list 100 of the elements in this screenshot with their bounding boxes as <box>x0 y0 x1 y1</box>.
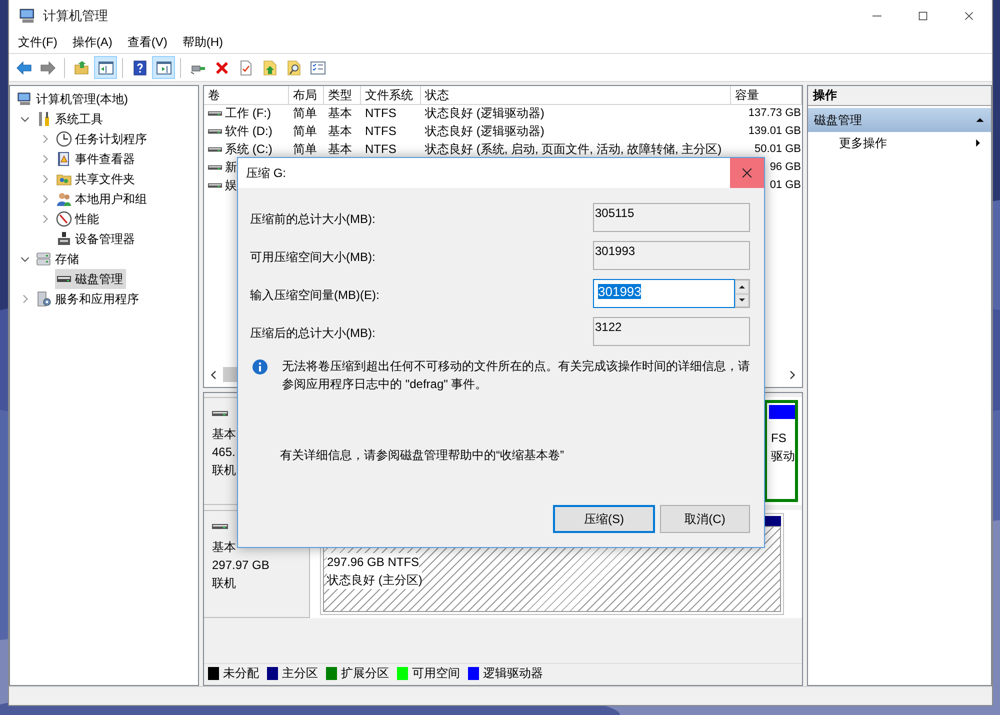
drive-icon <box>212 409 228 418</box>
disk-info-text: 基本 <box>212 539 236 556</box>
partition-text: 297.96 GB NTFS <box>327 553 420 571</box>
drive-icon <box>212 522 228 531</box>
tree-label: 共享文件夹 <box>75 170 135 188</box>
properties-icon <box>238 60 254 76</box>
folder-icon <box>74 60 90 76</box>
spin-down-button[interactable] <box>735 294 749 307</box>
device-icon <box>56 231 72 247</box>
partition-text: FS <box>771 430 788 447</box>
number-field[interactable]: 301993 <box>593 279 735 308</box>
close-button[interactable] <box>730 158 764 188</box>
delete-icon <box>214 60 230 76</box>
down-arrow-icon <box>738 296 746 304</box>
tree-label: 计算机管理(本地) <box>36 90 128 108</box>
disk-info-text: 465. <box>212 444 236 461</box>
folder-arrow-icon <box>262 60 278 76</box>
tree-label: 存储 <box>55 250 79 268</box>
computer-icon <box>17 91 33 107</box>
tree-item[interactable]: 磁盘管理 <box>55 269 126 289</box>
tree-item[interactable]: 共享文件夹 <box>55 169 138 189</box>
close-icon <box>740 166 754 180</box>
column-header[interactable]: 卷 <box>204 86 289 105</box>
menu-item[interactable]: 操作(A) <box>65 34 120 51</box>
legend-label: 主分区 <box>282 665 318 682</box>
column-header[interactable]: 布局 <box>289 86 324 105</box>
table-cell: 137.73 GB <box>748 107 801 119</box>
table-cell: 简单 <box>293 104 317 122</box>
disk-info-text: 297.97 GB <box>212 557 270 574</box>
tree-item[interactable]: 计算机管理(本地) <box>16 89 131 109</box>
table-cell: 基本 <box>328 140 352 158</box>
menu-item[interactable]: 查看(V) <box>120 34 176 51</box>
section-header[interactable]: 磁盘管理 <box>808 108 991 132</box>
table-cell: 基本 <box>328 122 352 140</box>
partition-block[interactable]: FS 驱动 <box>764 400 798 502</box>
table-cell: 软件 (D:) <box>225 122 272 140</box>
event-log-icon <box>56 151 72 167</box>
table-cell: 简单 <box>293 122 317 140</box>
tree-label: 事件查看器 <box>75 150 135 168</box>
tools-icon <box>36 111 52 127</box>
storage-icon <box>36 251 52 267</box>
users-icon <box>56 191 72 207</box>
info-message: 无法将卷压缩到超出任何不可移动的文件所在的点。有关完成该操作时间的详细信息，请参阅应用程序日志中的 "defrag" 事件。 <box>282 358 750 393</box>
tree-label: 系统工具 <box>55 110 103 128</box>
legend-label: 扩展分区 <box>341 665 389 682</box>
disk-info-text: 基本 <box>212 426 236 443</box>
forward-icon <box>40 60 56 76</box>
menu-item[interactable]: 帮助(H) <box>175 34 231 51</box>
cancel-button[interactable]: 取消(C) <box>660 505 750 533</box>
action-item[interactable]: 更多操作 <box>808 132 991 154</box>
field-label: 压缩后的总计大小(MB): <box>250 325 376 342</box>
table-cell: 01 GB <box>770 179 801 191</box>
back-icon <box>16 60 32 76</box>
legend-label: 可用空间 <box>412 665 460 682</box>
spin-up-button[interactable] <box>735 280 749 294</box>
legend-label: 逻辑驱动器 <box>483 665 543 682</box>
tree-label: 服务和应用程序 <box>55 290 139 308</box>
tree-item[interactable]: 本地用户和组 <box>55 189 150 209</box>
tree-label: 本地用户和组 <box>75 190 147 208</box>
legend-label: 未分配 <box>223 665 259 682</box>
field-label: 压缩前的总计大小(MB): <box>250 211 376 228</box>
tree-item[interactable]: 性能 <box>55 209 102 229</box>
table-cell: 50.01 GB <box>754 143 801 155</box>
tree-item[interactable]: 系统工具 <box>35 109 106 129</box>
drive-icon <box>208 144 222 154</box>
dialog-title: 压缩 G: <box>246 164 286 182</box>
table-cell: 状态良好 (逻辑驱动器) <box>425 122 544 140</box>
column-header[interactable]: 容量 <box>731 86 802 105</box>
drive-icon <box>208 126 222 136</box>
action-pane-icon <box>156 60 172 76</box>
clock-icon <box>56 131 72 147</box>
table-cell: 新 <box>225 158 237 176</box>
close-icon <box>963 10 975 22</box>
tree-label: 任务计划程序 <box>75 130 147 148</box>
partition-text: 驱动 <box>771 448 795 465</box>
action-pane-button[interactable] <box>152 56 175 79</box>
column-header[interactable]: 文件系统 <box>361 86 421 105</box>
table-cell: NTFS <box>365 124 396 138</box>
folder-search-icon <box>286 60 302 76</box>
window-title: 计算机管理 <box>43 7 108 25</box>
table-cell: NTFS <box>365 142 396 156</box>
app-icon <box>19 7 37 25</box>
column-header[interactable]: 类型 <box>324 86 361 105</box>
tree-pane-icon <box>98 60 114 76</box>
table-cell: 139.01 GB <box>748 125 801 137</box>
tree-pane-button[interactable] <box>94 56 117 79</box>
scrollbar-thumb[interactable] <box>223 367 237 382</box>
column-header[interactable]: 状态 <box>421 86 731 105</box>
table-cell: 简单 <box>293 140 317 158</box>
tree-item[interactable]: 事件查看器 <box>55 149 138 169</box>
shrink-button[interactable]: 压缩(S) <box>553 505 655 533</box>
tree-item[interactable]: 存储 <box>35 249 82 269</box>
services-icon <box>36 291 52 307</box>
tree-item[interactable]: 设备管理器 <box>55 229 138 249</box>
table-cell: NTFS <box>365 106 396 120</box>
maximize-icon <box>917 10 929 22</box>
tree-item[interactable]: 任务计划程序 <box>55 129 150 149</box>
help-message: 有关详细信息，请参阅磁盘管理帮助中的“收缩基本卷” <box>279 447 565 464</box>
tree-item[interactable]: 服务和应用程序 <box>35 289 142 309</box>
menu-item[interactable]: 文件(F) <box>11 34 66 51</box>
